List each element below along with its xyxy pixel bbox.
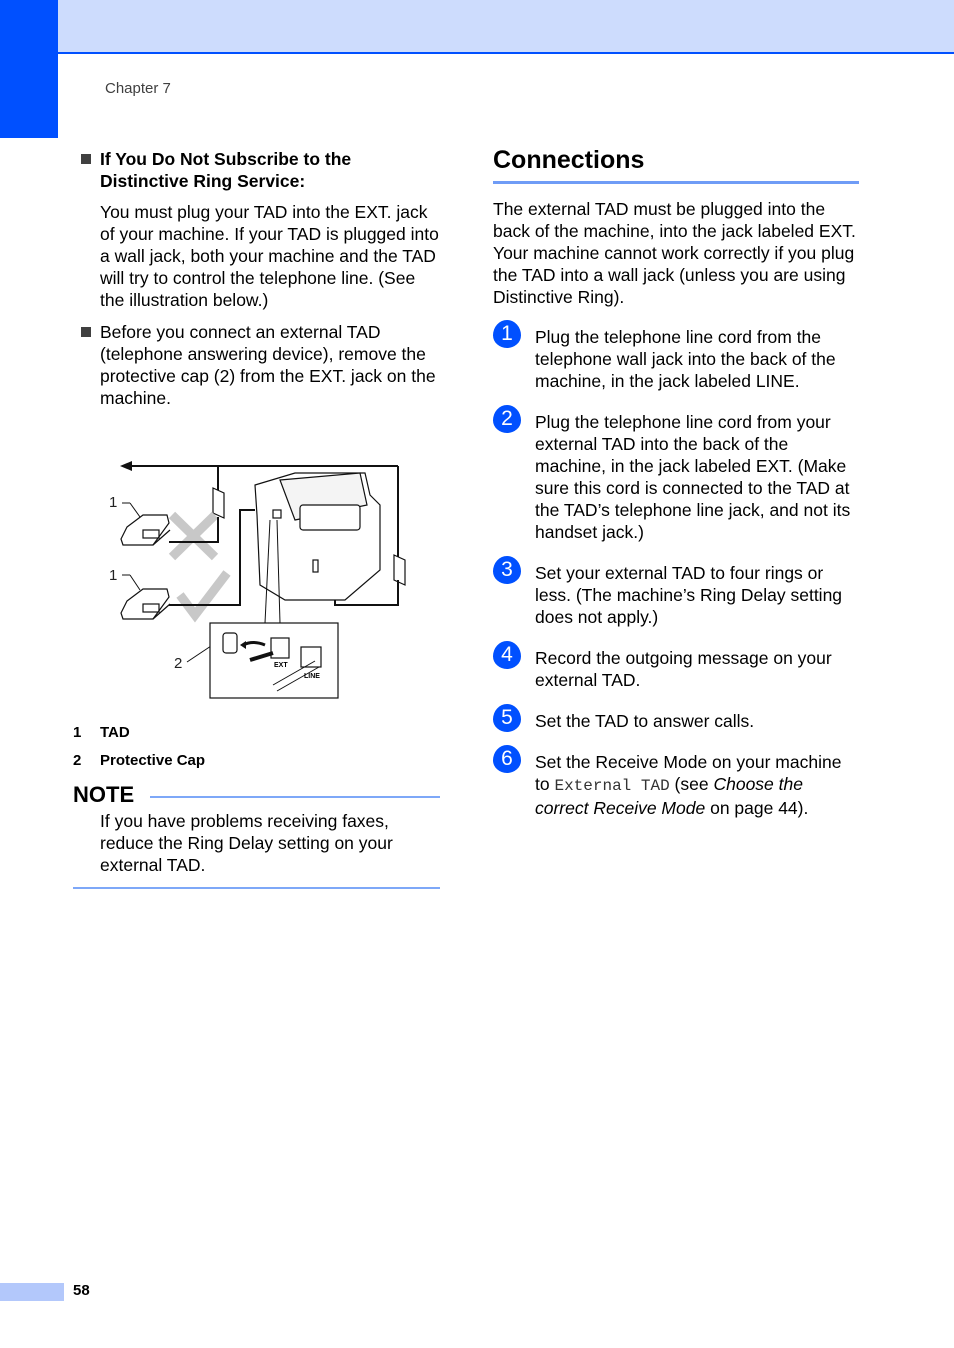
arrow-left-icon [120, 461, 132, 471]
step-item: 2 Plug the telephone line cord from your… [493, 405, 859, 543]
step-text: Plug the telephone line cord from your e… [535, 412, 851, 542]
connection-illustration: EXT LINE 1 1 2 [105, 455, 410, 705]
header-rule [58, 52, 954, 54]
chapter-tab [0, 0, 58, 138]
left-column: If You Do Not Subscribe to the Distincti… [73, 148, 443, 409]
step-text: Set your external TAD to four rings or l… [535, 563, 843, 627]
step-number-badge: 4 [493, 641, 521, 669]
legend-number: 2 [73, 751, 82, 769]
steps-list: 1 Plug the telephone line cord from the … [493, 320, 859, 819]
line-jack [300, 646, 322, 668]
step-text: Plug the telephone line cord from the te… [535, 327, 836, 391]
line-label: LINE [304, 673, 320, 680]
figure-legend: 1 TAD 2 Protective Cap [73, 718, 205, 774]
step-text: Set the TAD to answer calls. [535, 711, 755, 731]
note-body: If you have problems receiving faxes, re… [100, 811, 393, 875]
step-text: Record the outgoing message on your exte… [535, 648, 832, 690]
page-number: 58 [73, 1282, 90, 1299]
checkmark-icon [176, 570, 231, 623]
legend-item: 1 TAD [73, 718, 205, 746]
legend-label: TAD [100, 723, 130, 741]
footer-band [0, 1283, 64, 1301]
square-bullet-icon [81, 154, 91, 164]
step-item: 3 Set your external TAD to four rings or… [493, 556, 859, 628]
section-intro: The external TAD must be plugged into th… [493, 199, 856, 307]
note-box: NOTE If you have problems receiving faxe… [73, 780, 440, 889]
bullet-remove-cap: Before you connect an external TAD (tele… [73, 321, 443, 409]
wall-jack-right [393, 554, 406, 586]
right-column: Connections The external TAD must be plu… [493, 142, 859, 838]
step-text-mid: (see [669, 774, 714, 794]
ext-jack [270, 637, 290, 659]
callout-2: 2 [174, 655, 182, 672]
header-band [0, 0, 954, 52]
section-title-rule [493, 181, 859, 184]
tad-device-right [120, 588, 171, 620]
ext-label: EXT [274, 662, 288, 669]
step-item: 1 Plug the telephone line cord from the … [493, 320, 859, 392]
receive-mode-value: External TAD [554, 777, 670, 795]
bullet-heading: If You Do Not Subscribe to the Distincti… [100, 149, 352, 191]
bullet-no-distinctive-ring: If You Do Not Subscribe to the Distincti… [73, 148, 443, 192]
note-title: NOTE [73, 782, 135, 807]
illustration-svg: EXT LINE 1 1 2 [109, 461, 406, 699]
wall-jack-left [212, 487, 225, 519]
callout-1-right: 1 [109, 567, 117, 584]
protective-cap [222, 632, 238, 654]
note-header: NOTE [73, 780, 440, 810]
step-number-badge: 3 [493, 556, 521, 584]
step-item: 5 Set the TAD to answer calls. [493, 704, 859, 732]
step-number-badge: 1 [493, 320, 521, 348]
note-bottom-rule [73, 887, 440, 889]
step-item: 6 Set the Receive Mode on your machine t… [493, 745, 859, 819]
legend-number: 1 [73, 723, 82, 741]
square-bullet-icon [81, 327, 91, 337]
step-number-badge: 5 [493, 704, 521, 732]
step-text-post: on page 44). [705, 798, 809, 818]
machine-illustration [254, 472, 381, 601]
legend-label: Protective Cap [100, 751, 206, 769]
step-number-badge: 2 [493, 405, 521, 433]
tad-device-wrong [120, 514, 171, 546]
cross-icon [168, 511, 219, 561]
chapter-label: Chapter 7 [105, 80, 171, 97]
step-item: 4 Record the outgoing message on your ex… [493, 641, 859, 691]
step-number-badge: 6 [493, 745, 521, 773]
callout-1-wrong: 1 [109, 494, 117, 511]
bullet-body: Before you connect an external TAD (tele… [100, 322, 436, 408]
legend-item: 2 Protective Cap [73, 746, 205, 774]
note-top-rule [150, 796, 440, 798]
bullet-body: You must plug your TAD into the EXT. jac… [100, 202, 439, 310]
section-title: Connections [493, 146, 645, 174]
